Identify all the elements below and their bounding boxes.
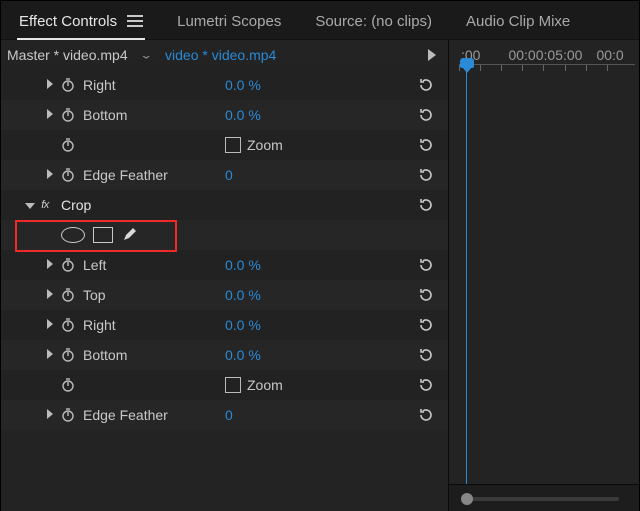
reset-icon[interactable] xyxy=(416,135,436,155)
property-value[interactable]: 0.0 % xyxy=(225,77,261,93)
stopwatch-icon[interactable] xyxy=(59,256,77,274)
property-row-zoom: Zoom xyxy=(1,130,448,160)
tab-effect-controls[interactable]: Effect Controls xyxy=(19,0,143,40)
tab-label: Effect Controls xyxy=(19,13,117,30)
property-value[interactable]: 0.0 % xyxy=(225,287,261,303)
reset-icon[interactable] xyxy=(416,255,436,275)
reset-icon[interactable] xyxy=(416,75,436,95)
zoom-label: Zoom xyxy=(247,137,283,153)
stopwatch-icon[interactable] xyxy=(59,406,77,424)
property-value[interactable]: 0.0 % xyxy=(225,317,261,333)
disclosure-arrow-icon[interactable] xyxy=(43,348,57,362)
disclosure-arrow-icon[interactable] xyxy=(43,108,57,122)
tab-label: Source: (no clips) xyxy=(315,13,432,30)
property-row-crop-edge-feather: Edge Feather 0 xyxy=(1,400,448,430)
property-label: Right xyxy=(79,317,116,333)
mask-pen-icon[interactable] xyxy=(121,225,139,246)
property-row-right: Right 0.0 % xyxy=(1,70,448,100)
reset-icon[interactable] xyxy=(416,195,436,215)
disclosure-arrow-icon[interactable] xyxy=(43,78,57,92)
reset-icon[interactable] xyxy=(416,345,436,365)
property-label: Left xyxy=(79,257,106,273)
sequence-clip-name[interactable]: video * video.mp4 xyxy=(165,47,276,63)
stopwatch-icon[interactable] xyxy=(59,286,77,304)
fx-badge-icon[interactable]: fx xyxy=(37,198,53,212)
timecode-tick: 00:0 xyxy=(596,47,623,63)
zoom-checkbox[interactable] xyxy=(225,137,241,153)
tab-label: Lumetri Scopes xyxy=(177,13,281,30)
property-value[interactable]: 0.0 % xyxy=(225,107,261,123)
property-label: Edge Feather xyxy=(79,407,168,423)
property-row-crop-zoom: Zoom xyxy=(1,370,448,400)
tab-lumetri-scopes[interactable]: Lumetri Scopes xyxy=(177,0,281,40)
ruler-ticks xyxy=(459,64,635,73)
property-value[interactable]: 0 xyxy=(225,167,233,183)
stopwatch-icon[interactable] xyxy=(59,106,77,124)
playhead-line xyxy=(466,70,467,485)
disclosure-arrow-icon[interactable] xyxy=(43,318,57,332)
panel-tabbar: Effect Controls Lumetri Scopes Source: (… xyxy=(1,1,639,40)
property-row-crop-top: Top 0.0 % xyxy=(1,280,448,310)
timecode-tick: 00:00:05:00 xyxy=(508,47,582,63)
stopwatch-icon[interactable] xyxy=(59,376,77,394)
property-label: Bottom xyxy=(79,347,127,363)
zoom-checkbox[interactable] xyxy=(225,377,241,393)
stopwatch-icon[interactable] xyxy=(59,346,77,364)
property-row-crop-right: Right 0.0 % xyxy=(1,310,448,340)
reset-icon[interactable] xyxy=(416,285,436,305)
reset-icon[interactable] xyxy=(416,405,436,425)
tab-audio-mixer[interactable]: Audio Clip Mixe xyxy=(466,0,570,40)
tab-source[interactable]: Source: (no clips) xyxy=(315,0,432,40)
effect-controls-panel: Effect Controls Lumetri Scopes Source: (… xyxy=(0,0,640,511)
master-clip-name[interactable]: Master * video.mp4 xyxy=(7,47,128,63)
zoom-track xyxy=(467,497,619,501)
effect-name: Crop xyxy=(57,197,91,213)
disclosure-arrow-icon[interactable] xyxy=(43,258,57,272)
property-label: Edge Feather xyxy=(79,167,168,183)
mask-shape-row xyxy=(1,220,448,250)
property-value[interactable]: 0.0 % xyxy=(225,257,261,273)
disclosure-arrow-icon[interactable] xyxy=(43,408,57,422)
property-row-crop-left: Left 0.0 % xyxy=(1,250,448,280)
property-row-edge-feather: Edge Feather 0 xyxy=(1,160,448,190)
disclosure-arrow-icon[interactable] xyxy=(23,198,37,212)
mask-ellipse-icon[interactable] xyxy=(61,227,85,243)
reset-icon[interactable] xyxy=(416,315,436,335)
property-row-crop-bottom: Bottom 0.0 % xyxy=(1,340,448,370)
property-value[interactable]: 0 xyxy=(225,407,233,423)
property-label: Right xyxy=(79,77,116,93)
effect-header-crop[interactable]: fx Crop xyxy=(1,190,448,220)
stopwatch-icon[interactable] xyxy=(59,76,77,94)
property-row-bottom: Bottom 0.0 % xyxy=(1,100,448,130)
stopwatch-icon[interactable] xyxy=(59,136,77,154)
clip-header-row: Master * video.mp4 ⌄ video * video.mp4 xyxy=(1,40,448,70)
chevron-down-icon[interactable]: ⌄ xyxy=(138,48,155,62)
zoom-handle[interactable] xyxy=(461,493,473,505)
reset-icon[interactable] xyxy=(416,375,436,395)
stopwatch-icon[interactable] xyxy=(59,316,77,334)
mini-timeline[interactable]: :00 00:00:05:00 00:0 xyxy=(449,40,639,511)
reset-icon[interactable] xyxy=(416,165,436,185)
property-label: Bottom xyxy=(79,107,127,123)
property-panel: Master * video.mp4 ⌄ video * video.mp4 R… xyxy=(1,40,449,511)
play-icon[interactable] xyxy=(428,49,436,61)
disclosure-arrow-icon[interactable] xyxy=(43,168,57,182)
property-label: Top xyxy=(79,287,106,303)
reset-icon[interactable] xyxy=(416,105,436,125)
stopwatch-icon[interactable] xyxy=(59,166,77,184)
zoom-label: Zoom xyxy=(247,377,283,393)
mask-rectangle-icon[interactable] xyxy=(93,227,113,243)
tab-label: Audio Clip Mixe xyxy=(466,13,570,30)
disclosure-arrow-icon[interactable] xyxy=(43,288,57,302)
playhead-icon[interactable] xyxy=(459,58,475,74)
panel-menu-icon[interactable] xyxy=(127,13,143,29)
property-value[interactable]: 0.0 % xyxy=(225,347,261,363)
timeline-zoom-bar[interactable] xyxy=(449,484,639,511)
property-list: Right 0.0 % Bottom 0.0 % xyxy=(1,70,448,511)
